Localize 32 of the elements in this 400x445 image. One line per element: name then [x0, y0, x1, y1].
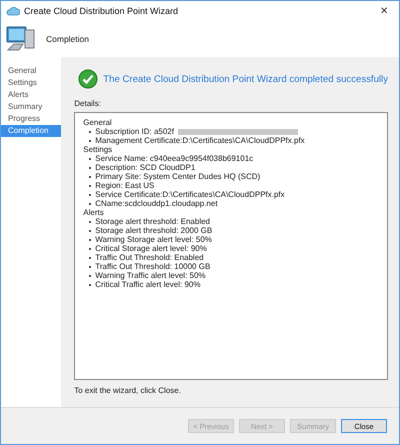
detail-item: Traffic Out Threshold: Enabled	[95, 253, 204, 262]
detail-item: Description: SCD CloudDP1	[95, 163, 196, 172]
detail-item: Critical Storage alert level: 90%	[95, 244, 207, 253]
step-item[interactable]: Alerts	[1, 89, 62, 101]
cloud-icon	[6, 6, 20, 16]
section-heading: Settings	[83, 145, 114, 154]
detail-item: Subscription ID: a502f	[95, 127, 174, 136]
detail-item: Management Certificate:D:\Certificates\CA\CloudDPPfx.pfx	[95, 136, 305, 145]
detail-item: Service Name: c940eea9c9954f038b69101c	[95, 154, 254, 163]
details-label: Details:	[74, 99, 102, 108]
success-message: The Create Cloud Distribution Point Wizard completed successfully	[103, 74, 388, 84]
detail-item: Warning Storage alert level: 50%	[95, 235, 212, 244]
detail-item: Traffic Out Threshold: 10000 GB	[95, 262, 210, 271]
section-heading: Alerts	[83, 208, 105, 217]
detail-item: Primary Site: System Center Dudes HQ (SCD)	[95, 172, 260, 181]
detail-item: Warning Traffic alert level: 50%	[95, 271, 206, 280]
close-button[interactable]: ✕	[369, 1, 399, 21]
detail-item: Storage alert threshold: 2000 GB	[95, 226, 212, 235]
detail-item: Service Certificate:D:\Certificates\CA\CloudDPPfx.pfx	[95, 190, 285, 199]
detail-item: CName:scdclouddp1.cloudapp.net	[95, 199, 218, 208]
section-heading: General	[83, 118, 113, 127]
step-item[interactable]: Settings	[1, 77, 62, 89]
step-item[interactable]: Progress	[1, 113, 62, 125]
detail-item: Storage alert threshold: Enabled	[95, 217, 210, 226]
step-item[interactable]: Summary	[1, 101, 62, 113]
instruction-text: To exit the wizard, click Close.	[74, 386, 182, 395]
page-heading: Completion	[46, 34, 89, 44]
detail-item: Region: East US	[95, 181, 154, 190]
step-item[interactable]: General	[1, 65, 62, 77]
window-title: Create Cloud Distribution Point Wizard	[24, 6, 180, 16]
detail-item: Critical Traffic alert level: 90%	[95, 280, 200, 289]
success-check-icon	[78, 69, 98, 89]
